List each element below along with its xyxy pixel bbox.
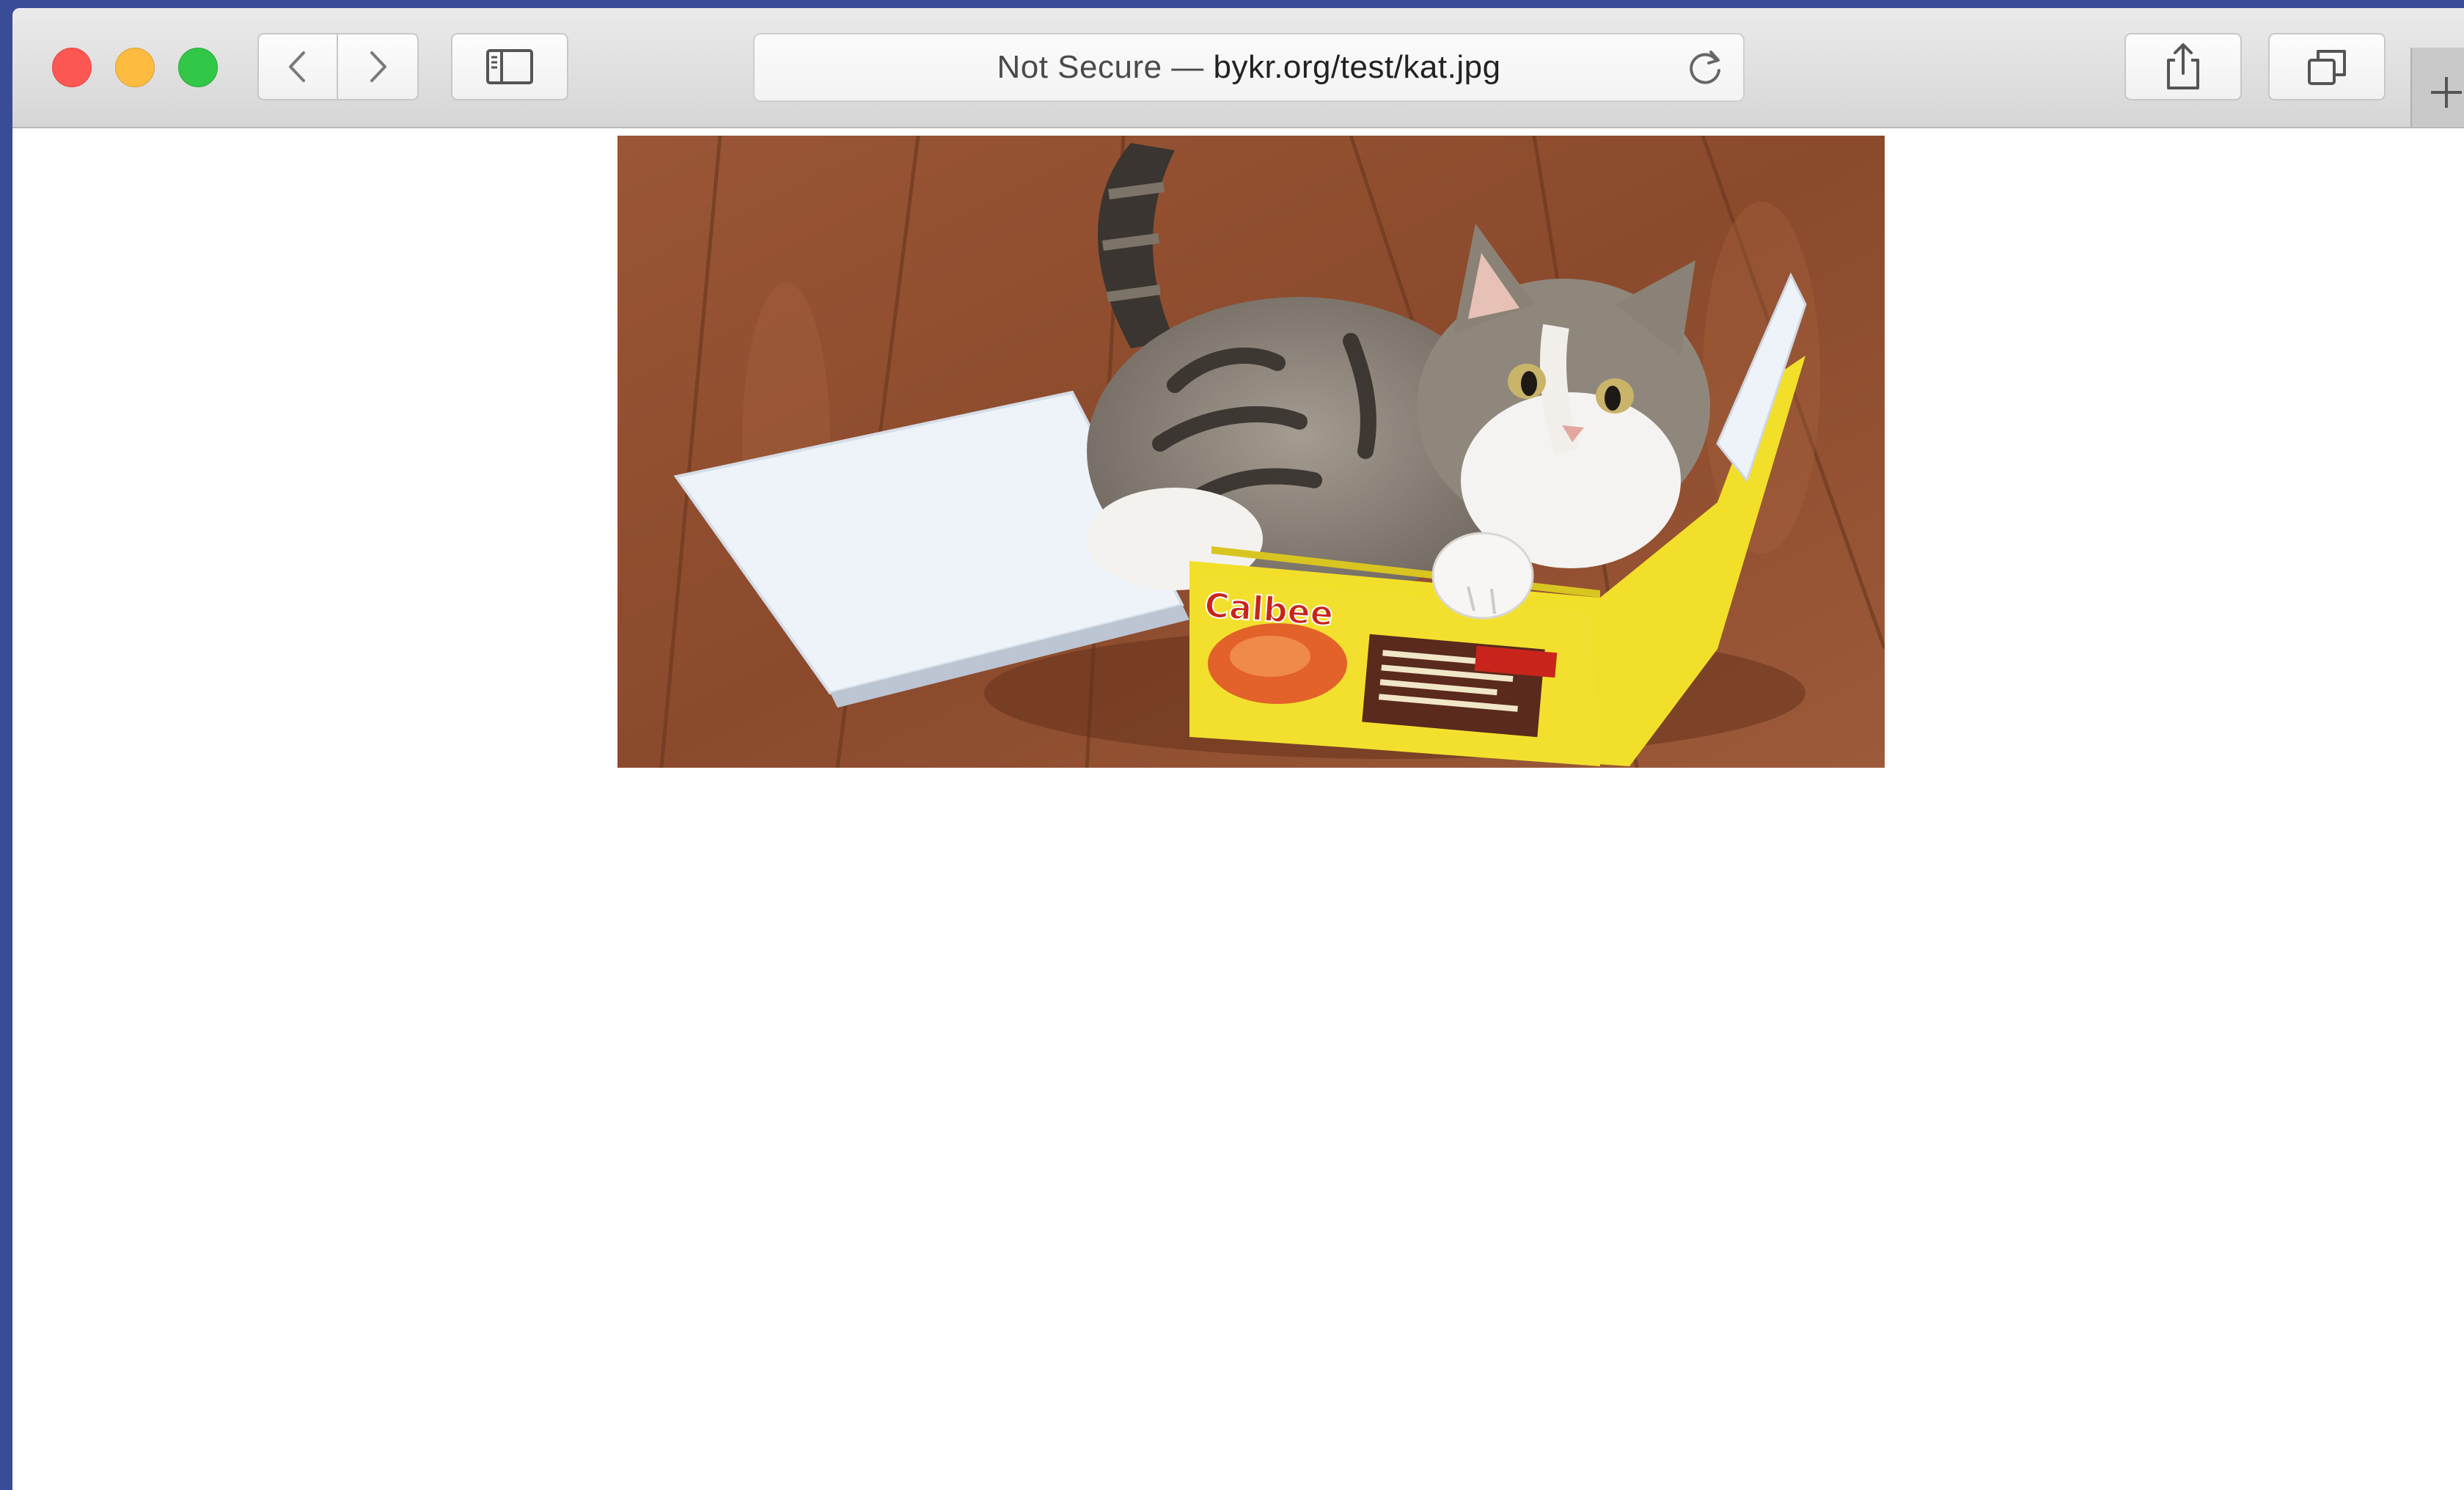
tabs-overview-icon (2308, 50, 2346, 85)
back-button[interactable] (257, 33, 338, 100)
desktop: Not Secure — bykr.org/test/kat.jpg Calbe… (0, 0, 2464, 1490)
back-icon (289, 51, 305, 82)
forward-button[interactable] (338, 33, 419, 100)
plus-icon (2431, 77, 2462, 108)
browser-toolbar: Not Secure — bykr.org/test/kat.jpg (12, 8, 2464, 128)
share-button[interactable] (2124, 33, 2242, 100)
maximize-window-button[interactable] (178, 48, 218, 87)
browser-window: Not Secure — bykr.org/test/kat.jpg Calbe… (12, 8, 2464, 1490)
address-text: Not Secure — bykr.org/test/kat.jpg (755, 49, 1743, 86)
url-host: bykr.org/test/kat.jpg (1213, 49, 1501, 85)
forward-icon (370, 51, 386, 82)
sidebar-toggle-button[interactable] (451, 33, 568, 100)
new-tab-button[interactable] (2410, 48, 2464, 127)
share-icon (2167, 43, 2199, 89)
minimize-window-button[interactable] (115, 48, 155, 87)
close-window-button[interactable] (52, 48, 92, 87)
show-all-tabs-button[interactable] (2268, 33, 2386, 100)
page-content: Calbee (12, 128, 2464, 1490)
sidebar-icon (486, 49, 533, 84)
security-status: Not Secure — (997, 49, 1214, 85)
cat-in-box-image: Calbee (617, 136, 1885, 768)
reload-icon[interactable] (1684, 46, 1727, 89)
address-bar[interactable]: Not Secure — bykr.org/test/kat.jpg (753, 33, 1745, 102)
cat-photo[interactable]: Calbee (617, 136, 1885, 768)
